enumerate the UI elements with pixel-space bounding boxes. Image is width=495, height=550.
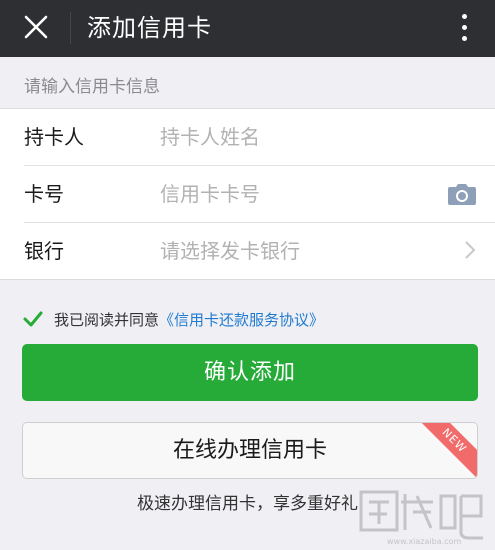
section-hint: 请输入信用卡信息: [24, 77, 160, 97]
agreement-text: 我已阅读并同意: [54, 310, 160, 329]
bank-label: 银行: [24, 239, 64, 263]
agreement-checkbox[interactable]: [22, 308, 44, 330]
watermark-logo: www.xiazaiba.com: [359, 490, 483, 546]
page-title: 添加信用卡: [87, 14, 212, 42]
cardholder-row[interactable]: 持卡人 持卡人姓名: [0, 109, 495, 166]
more-vertical-icon: [462, 14, 467, 19]
camera-icon[interactable]: [447, 182, 477, 206]
card-form: 持卡人 持卡人姓名 卡号 信用卡卡号 银行 请选择发卡银行: [0, 108, 495, 280]
close-button[interactable]: [0, 0, 70, 57]
svg-text:www.xiazaiba.com: www.xiazaiba.com: [387, 537, 461, 546]
card-number-label: 卡号: [24, 182, 64, 206]
card-number-input[interactable]: 信用卡卡号: [160, 180, 260, 208]
cardholder-label: 持卡人: [24, 125, 84, 149]
online-apply-button[interactable]: 在线办理信用卡 NEW: [22, 422, 478, 479]
new-badge: NEW: [415, 423, 477, 478]
agreement-link[interactable]: 《信用卡还款服务协议》: [159, 309, 324, 330]
card-number-row[interactable]: 卡号 信用卡卡号: [0, 166, 495, 223]
checkmark-icon: [23, 311, 43, 327]
more-button[interactable]: [455, 12, 475, 44]
agreement-row: 我已阅读并同意 《信用卡还款服务协议》: [22, 306, 324, 332]
cardholder-input[interactable]: 持卡人姓名: [160, 123, 260, 151]
bank-select[interactable]: 请选择发卡银行: [160, 237, 300, 265]
top-bar: 添加信用卡: [0, 0, 495, 57]
chevron-right-icon: [465, 241, 475, 259]
bank-row[interactable]: 银行 请选择发卡银行: [0, 223, 495, 280]
close-icon: [24, 15, 48, 39]
top-divider: [70, 12, 71, 44]
confirm-add-button[interactable]: 确认添加: [22, 344, 478, 401]
online-apply-label: 在线办理信用卡: [172, 438, 327, 463]
